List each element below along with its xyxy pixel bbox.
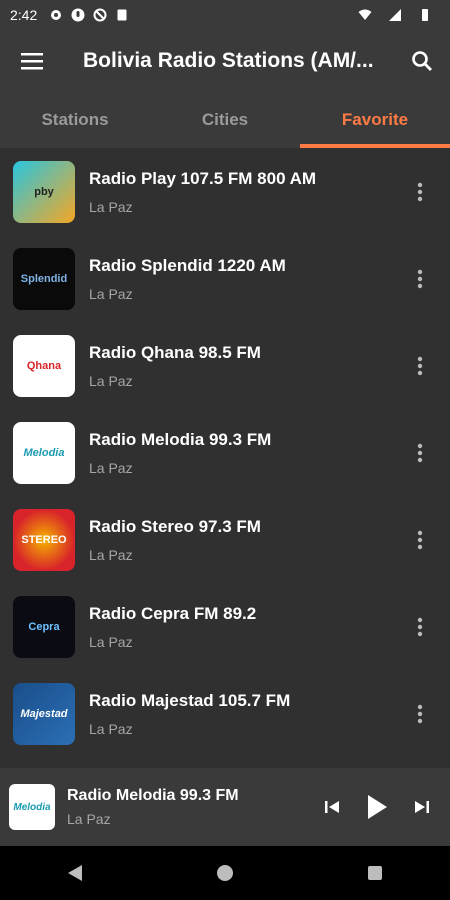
home-circle-icon <box>217 865 233 881</box>
tab-favorite[interactable]: Favorite <box>300 92 450 148</box>
station-row[interactable]: Qhana Radio Qhana 98.5 FM La Paz <box>0 322 450 409</box>
more-vert-icon <box>417 182 423 201</box>
system-nav-bar <box>0 846 450 900</box>
tab-bar: Stations Cities Favorite <box>0 92 450 148</box>
station-name: Radio Stereo 97.3 FM <box>89 516 261 536</box>
station-row[interactable]: Splendid Radio Splendid 1220 AM La Paz <box>0 235 450 322</box>
status-bar: 2:42 <box>0 0 450 30</box>
more-options-button[interactable] <box>400 607 440 647</box>
next-button[interactable] <box>408 793 436 821</box>
more-vert-icon <box>417 530 423 549</box>
status-time: 2:42 <box>10 7 38 23</box>
station-city: La Paz <box>89 198 133 215</box>
skip-previous-icon <box>325 801 339 813</box>
station-name: Radio Qhana 98.5 FM <box>89 342 261 362</box>
now-playing-name: Radio Melodia 99.3 FM <box>67 787 239 804</box>
mic-icon <box>71 8 85 22</box>
station-city: La Paz <box>89 633 133 650</box>
signal-icon <box>389 9 401 21</box>
app-bar: Bolivia Radio Stations (AM/... <box>0 30 450 92</box>
recents-square-icon <box>368 866 382 880</box>
station-logo: Cepra <box>13 595 75 658</box>
hamburger-icon <box>21 53 43 70</box>
no-sync-icon <box>93 8 107 22</box>
search-button[interactable] <box>394 30 450 92</box>
play-button[interactable] <box>360 790 394 824</box>
station-logo: Qhana <box>13 334 75 397</box>
station-name: Radio Splendid 1220 AM <box>89 255 286 275</box>
back-triangle-icon <box>68 865 82 881</box>
station-logo: Splendid <box>13 247 75 310</box>
more-vert-icon <box>417 269 423 288</box>
station-name: Radio Play 107.5 FM 800 AM <box>89 168 317 188</box>
station-name: Radio Melodia 99.3 FM <box>89 429 272 449</box>
station-row[interactable]: Majestad Radio Majestad 105.7 FM La Paz <box>0 670 450 757</box>
station-name: Radio Cepra FM 89.2 <box>89 603 257 623</box>
settings-icon <box>51 10 62 20</box>
station-row[interactable]: Melodia Radio Melodia 99.3 FM La Paz <box>0 409 450 496</box>
station-list: pby Radio Play 107.5 FM 800 AM La Paz Spl… <box>0 148 450 768</box>
station-row[interactable]: pby Radio Play 107.5 FM 800 AM La Paz <box>0 148 450 235</box>
mini-player[interactable]: Melodia Radio Melodia 99.3 FM La Paz <box>0 768 450 846</box>
station-city: La Paz <box>89 285 133 302</box>
tab-cities[interactable]: Cities <box>150 92 300 148</box>
clipboard-icon <box>117 9 127 21</box>
search-icon <box>412 51 432 71</box>
station-row[interactable]: Cepra Radio Cepra FM 89.2 La Paz <box>0 583 450 670</box>
station-city: La Paz <box>89 459 133 476</box>
tab-stations[interactable]: Stations <box>0 92 150 148</box>
more-options-button[interactable] <box>400 172 440 212</box>
more-options-button[interactable] <box>400 520 440 560</box>
skip-next-icon <box>415 801 429 813</box>
battery-icon <box>422 9 428 21</box>
more-options-button[interactable] <box>400 346 440 386</box>
more-vert-icon <box>417 617 423 636</box>
previous-button[interactable] <box>318 793 346 821</box>
play-icon <box>368 795 387 819</box>
station-row[interactable]: STEREO Radio Stereo 97.3 FM La Paz <box>0 496 450 583</box>
station-city: La Paz <box>89 720 133 737</box>
menu-button[interactable] <box>0 30 64 92</box>
station-logo: STEREO <box>13 508 75 571</box>
more-options-button[interactable] <box>400 694 440 734</box>
more-options-button[interactable] <box>400 433 440 473</box>
more-vert-icon <box>417 704 423 723</box>
station-city: La Paz <box>89 372 133 389</box>
wifi-icon <box>358 9 372 20</box>
station-name: Radio Majestad 105.7 FM <box>89 690 291 710</box>
more-options-button[interactable] <box>400 259 440 299</box>
home-button[interactable] <box>201 853 249 893</box>
recents-button[interactable] <box>351 853 399 893</box>
now-playing-city: La Paz <box>67 811 111 827</box>
more-vert-icon <box>417 356 423 375</box>
station-city: La Paz <box>89 546 133 563</box>
now-playing-logo: Melodia <box>9 784 55 830</box>
more-vert-icon <box>417 443 423 462</box>
back-button[interactable] <box>51 853 99 893</box>
page-title: Bolivia Radio Stations (AM/... <box>83 49 374 72</box>
station-logo: pby <box>13 160 75 223</box>
station-logo: Melodia <box>13 421 75 484</box>
station-logo: Majestad <box>13 682 75 745</box>
